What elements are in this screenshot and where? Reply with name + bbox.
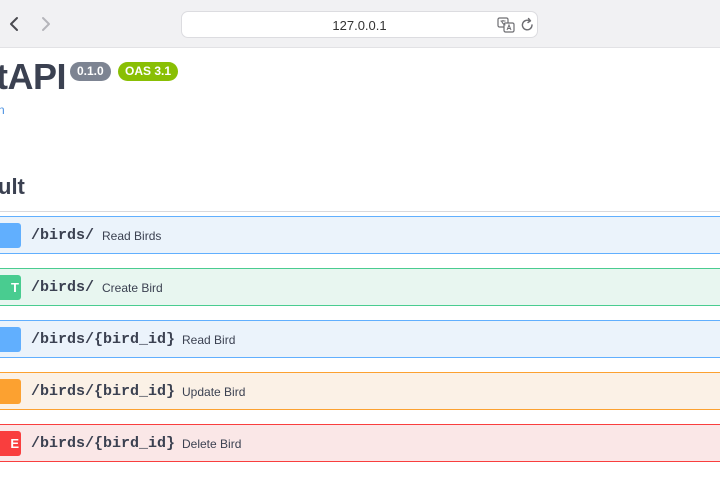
method-badge[interactable] [0, 223, 21, 248]
method-badge[interactable] [0, 327, 21, 352]
method-badge[interactable] [0, 379, 21, 404]
address-bar[interactable]: 127.0.0.1 [181, 11, 538, 38]
operation-read-birds[interactable]: /birds/ Read Birds [0, 216, 720, 254]
chevron-left-icon[interactable] [2, 12, 26, 36]
operation-delete-bird[interactable]: E /birds/{bird_id} Delete Bird [0, 424, 720, 462]
operation-path: /birds/ [31, 227, 95, 244]
operation-path: /birds/{bird_id} [31, 435, 176, 452]
operation-summary: Read Bird [182, 333, 236, 347]
section-divider [0, 211, 720, 212]
operation-update-bird[interactable]: /birds/{bird_id} Update Bird [0, 372, 720, 410]
url-text: 127.0.0.1 [332, 18, 387, 33]
page-title: tAPI [0, 56, 67, 97]
method-badge[interactable]: T [0, 275, 21, 300]
operation-summary: Read Birds [102, 229, 162, 243]
operation-path: /birds/{bird_id} [31, 331, 176, 348]
operation-read-bird[interactable]: /birds/{bird_id} Read Bird [0, 320, 720, 358]
translate-icon[interactable] [497, 17, 515, 33]
operation-create-bird[interactable]: T /birds/ Create Bird [0, 268, 720, 306]
section-title-default[interactable]: ult [0, 174, 25, 200]
version-badge: 0.1.0 [70, 62, 111, 81]
browser-toolbar: 127.0.0.1 [0, 0, 720, 48]
openapi-json-link[interactable]: n [0, 103, 5, 117]
reload-icon[interactable] [520, 17, 535, 33]
operation-summary: Delete Bird [182, 437, 242, 451]
method-badge[interactable]: E [0, 431, 21, 456]
operation-summary: Create Bird [102, 281, 163, 295]
operation-path: /birds/ [31, 279, 95, 296]
operation-path: /birds/{bird_id} [31, 383, 176, 400]
oas-badge: OAS 3.1 [118, 62, 179, 81]
chevron-right-icon[interactable] [34, 12, 58, 36]
operation-summary: Update Bird [182, 385, 246, 399]
